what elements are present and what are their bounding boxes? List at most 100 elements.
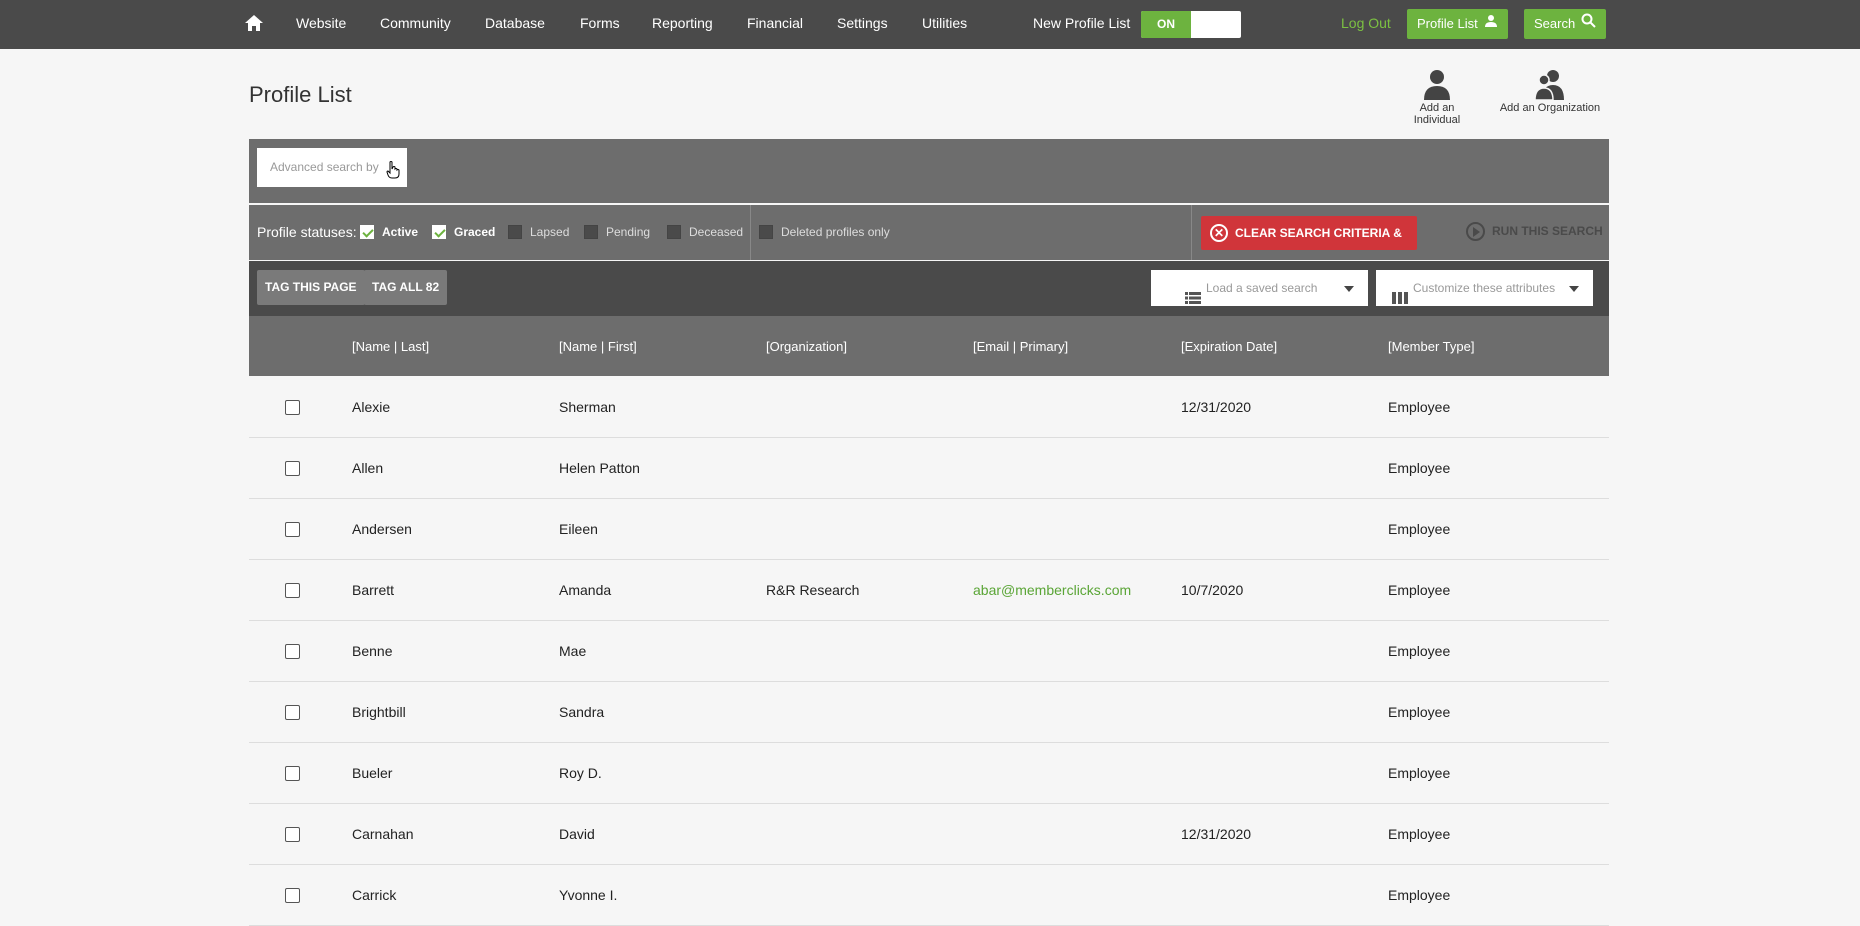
cell-member-type: Employee [1388,887,1451,903]
cell-last-name: Alexie [352,399,391,415]
cell-first-name: Eileen [559,521,598,537]
cell-member-type: Employee [1388,704,1451,720]
cell-last-name: Allen [352,460,384,476]
table-row[interactable]: Barrett Amanda R&R Research abar@memberclic… [249,560,1609,621]
top-nav: Website Community Database Forms Reporti… [0,0,1860,49]
cell-email[interactable]: abar@memberclicks.com [973,582,1131,598]
status-deceased-label: Deceased [689,225,744,239]
divider [750,205,751,260]
tag-all-button[interactable]: TAG ALL 82 [364,270,448,305]
chevron-down-icon [1569,286,1579,292]
table-row[interactable]: Andersen Eileen Employee [249,499,1609,560]
table-row[interactable]: Bueler Roy D. Employee [249,743,1609,804]
run-search-label: RUN THIS SEARCH [1492,224,1603,238]
run-search-button[interactable]: RUN THIS SEARCH [1466,222,1603,241]
profile-list-button[interactable]: Profile List [1407,9,1508,39]
col-header-first-name[interactable]: [Name | First] [559,339,637,354]
col-header-organization[interactable]: [Organization] [766,339,847,354]
table-row[interactable]: Brightbill Sandra Employee [249,682,1609,743]
row-checkbox[interactable] [285,705,300,720]
status-pending-checkbox[interactable] [584,225,598,239]
status-lapsed-label: Lapsed [530,225,570,239]
cell-member-type: Employee [1388,643,1451,659]
cell-organization: R&R Research [766,582,860,598]
clear-search-button[interactable]: ✕ CLEAR SEARCH CRITERIA & VIEW ALL [1201,216,1417,274]
cell-first-name: Sandra [559,704,605,720]
status-graced-label: Graced [454,225,496,239]
row-checkbox[interactable] [285,766,300,781]
table-row[interactable]: Carrick Yvonne I. Employee [249,865,1609,926]
row-checkbox[interactable] [285,522,300,537]
row-checkbox[interactable] [285,644,300,659]
status-active-checkbox[interactable] [360,225,374,239]
home-icon[interactable] [244,13,264,33]
cell-first-name: Sherman [559,399,616,415]
new-profile-list-toggle[interactable]: ON [1141,11,1241,38]
row-checkbox[interactable] [285,400,300,415]
cell-last-name: Benne [352,643,393,659]
table-row[interactable]: Alexie Sherman 12/31/2020 Employee [249,377,1609,438]
search-panel: Advanced search by [249,139,1609,203]
hand-cursor-icon [386,161,400,184]
nav-utilities[interactable]: Utilities [922,15,967,31]
cell-last-name: Andersen [352,521,412,537]
cell-member-type: Employee [1388,460,1451,476]
row-checkbox[interactable] [285,583,300,598]
list-icon [1185,282,1201,318]
search-button[interactable]: Search [1524,9,1607,39]
status-pending-label: Pending [606,225,651,239]
cell-expiration: 12/31/2020 [1181,826,1252,842]
cell-member-type: Employee [1388,765,1451,781]
customize-attributes-dropdown[interactable]: Customize these attributes [1376,270,1593,306]
status-deceased-checkbox[interactable] [667,225,681,239]
advanced-search-dropdown[interactable]: Advanced search by [257,148,407,187]
add-individual-button[interactable]: Add an Individual [1395,68,1479,126]
cell-expiration: 10/7/2020 [1181,582,1244,598]
cell-member-type: Employee [1388,521,1451,537]
cell-last-name: Carrick [352,887,397,903]
divider [1191,205,1192,260]
deleted-only-checkbox[interactable] [759,225,773,239]
add-organization-button[interactable]: Add an Organization [1498,68,1602,114]
cell-first-name: Roy D. [559,765,602,781]
cell-member-type: Employee [1388,582,1451,598]
page-title: Profile List [249,82,352,107]
load-saved-search-dropdown[interactable]: Load a saved search [1151,270,1368,306]
add-organization-label: Add an Organization [1499,102,1601,114]
nav-financial[interactable]: Financial [747,15,803,31]
table-row[interactable]: Carnahan David 12/31/2020 Employee [249,804,1609,865]
col-header-last-name[interactable]: [Name | Last] [352,339,429,354]
col-header-email[interactable]: [Email | Primary] [973,339,1068,354]
logout-link[interactable]: Log Out [1341,15,1391,31]
table-row[interactable]: Allen Helen Patton Employee [249,438,1609,499]
nav-database[interactable]: Database [485,15,545,31]
cell-last-name: Bueler [352,765,393,781]
chevron-down-icon [1344,286,1354,292]
load-saved-search-label: Load a saved search [1206,281,1318,295]
profile-list-label: Profile List [1417,16,1478,31]
nav-settings[interactable]: Settings [837,15,888,31]
customize-attributes-label: Customize these attributes [1413,281,1556,295]
columns-icon [1392,282,1408,318]
tag-this-page-button[interactable]: TAG THIS PAGE [257,270,365,305]
row-checkbox[interactable] [285,888,300,903]
row-checkbox[interactable] [285,827,300,842]
nav-community[interactable]: Community [380,15,451,31]
table-row[interactable]: Benne Mae Employee [249,621,1609,682]
cell-last-name: Brightbill [352,704,406,720]
advanced-search-label: Advanced search by [270,160,379,174]
cell-member-type: Employee [1388,826,1451,842]
row-checkbox[interactable] [285,461,300,476]
nav-forms[interactable]: Forms [580,15,620,31]
people-icon [1498,68,1602,100]
status-lapsed-checkbox[interactable] [508,225,522,239]
status-active-label: Active [382,225,419,239]
nav-website[interactable]: Website [296,15,346,31]
new-profile-list-label: New Profile List [1033,15,1131,31]
table-header: [Name | Last] [Name | First] [Organizati… [249,316,1609,376]
user-icon [1484,9,1498,39]
status-graced-checkbox[interactable] [432,225,446,239]
nav-reporting[interactable]: Reporting [652,15,713,31]
col-header-expiration[interactable]: [Expiration Date] [1181,339,1277,354]
col-header-member-type[interactable]: [Member Type] [1388,339,1474,354]
